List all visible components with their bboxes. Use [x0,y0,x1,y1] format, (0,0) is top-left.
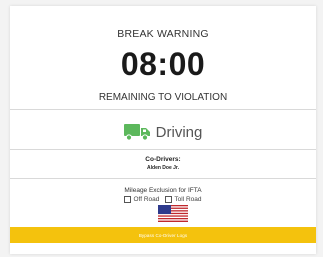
co-drivers-label: Co-Drivers: [145,156,181,163]
warning-title: BREAK WARNING [117,28,209,40]
toll-road-label: Toll Road [174,196,202,203]
truck-icon [123,124,150,141]
bypass-button-label: Bypass Co-Driver Logs [138,232,188,238]
off-road-label: Off Road [133,196,160,203]
break-warning-panel: BREAK WARNING 08:00 REMAINING TO VIOLATI… [10,6,316,254]
bypass-co-driver-logs-button[interactable]: Bypass Co-Driver Logs [10,227,316,243]
co-driver-name: Alden Doe Jr. [147,165,179,171]
mileage-exclusion-title: Mileage Exclusion for IFTA [124,187,202,194]
divider [10,149,316,150]
checkbox-box[interactable] [165,196,173,203]
divider [10,178,316,179]
off-road-checkbox[interactable]: Off Road [124,196,159,203]
driving-status: Driving [10,119,316,145]
remaining-label: REMAINING TO VIOLATION [98,92,228,103]
mileage-options: Off Road Toll Road [10,196,316,203]
divider [10,109,316,110]
status-label: Driving [155,123,203,141]
toll-road-checkbox[interactable]: Toll Road [165,196,202,203]
countdown-timer: 08:00 [120,46,206,82]
checkbox-box[interactable] [124,196,132,203]
us-flag-icon[interactable] [158,205,188,222]
